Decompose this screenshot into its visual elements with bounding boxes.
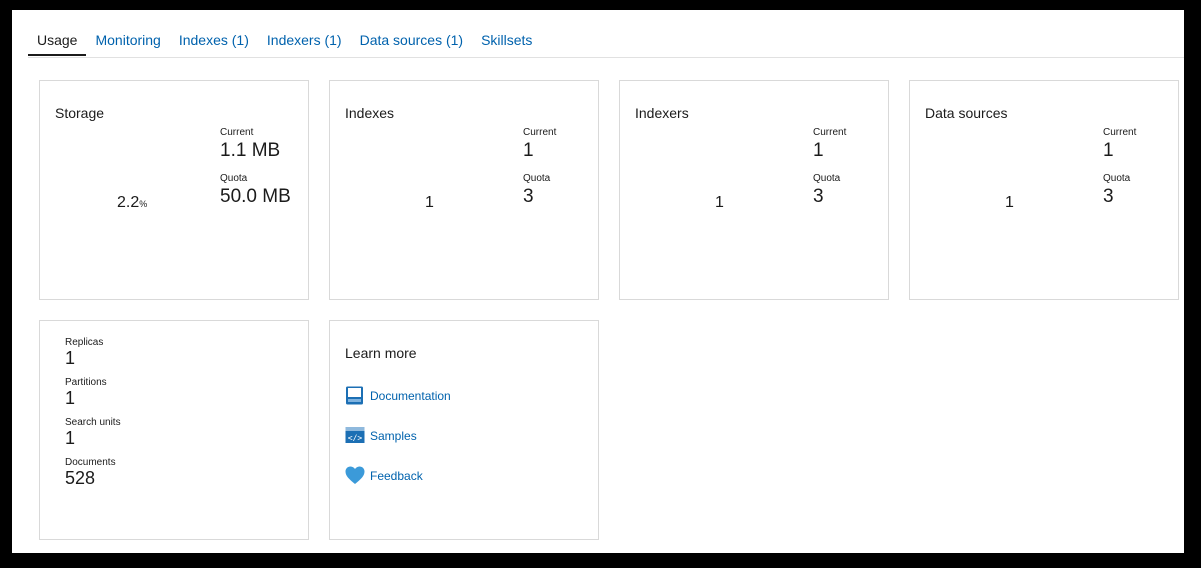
current-value: 1 [523,140,534,161]
current-value: 1 [1103,140,1114,161]
card-title: Learn more [345,345,417,361]
tab-divider [28,57,1184,58]
current-label: Current [813,127,847,138]
feedback-link[interactable]: Feedback [345,466,423,485]
indexers-card[interactable]: Indexers Current 1 Quota 3 1 [619,80,889,300]
replicas-label: Replicas [65,337,104,348]
tab-bar: Usage Monitoring Indexes (1) Indexers (1… [28,32,541,58]
documentation-link[interactable]: Documentation [345,386,451,405]
quota-label: Quota [1103,173,1131,184]
search-units-label: Search units [65,417,121,428]
code-icon: </> [345,426,365,445]
quota-value: 50.0 MB [220,186,291,207]
partitions-label: Partitions [65,377,107,388]
quota-value: 3 [1103,186,1114,207]
current-label: Current [1103,127,1137,138]
svg-text:</>: </> [348,434,363,443]
card-title: Storage [55,105,105,121]
current-value: 1.1 MB [220,140,281,161]
learn-more-card: Learn more Documentation </> Samples Fee… [329,320,599,540]
quota-value: 3 [813,186,824,207]
usage-panel: Usage Monitoring Indexes (1) Indexers (1… [12,10,1184,553]
card-title: Data sources [925,105,1008,121]
documents-label: Documents [65,457,116,468]
current-value: 1 [813,140,824,161]
center-value: 1 [715,194,724,211]
documents-value: 528 [65,468,96,488]
documentation-label: Documentation [370,388,451,403]
card-title: Indexes [345,105,395,121]
partitions-value: 1 [65,388,76,408]
tab-indexers[interactable]: Indexers (1) [258,32,351,55]
tab-indexes[interactable]: Indexes (1) [170,32,258,55]
current-label: Current [523,127,557,138]
data-sources-card[interactable]: Data sources Current 1 Quota 3 1 [909,80,1179,300]
percent-value: 2.2 [117,194,140,211]
tab-usage[interactable]: Usage [28,32,87,56]
quota-label: Quota [220,173,248,184]
quota-label: Quota [523,173,551,184]
heart-icon [345,466,365,485]
quota-label: Quota [813,173,841,184]
tab-monitoring[interactable]: Monitoring [86,32,169,55]
storage-percent: 2.2% [117,194,147,212]
book-icon [345,386,364,405]
tab-data-sources[interactable]: Data sources (1) [351,32,472,55]
card-title: Indexers [635,105,689,121]
storage-card[interactable]: Storage Current 1.1 MB Quota 50.0 MB 2.2… [39,80,309,300]
tab-skillsets[interactable]: Skillsets [472,32,541,55]
replicas-value: 1 [65,348,76,368]
samples-label: Samples [370,428,417,443]
samples-link[interactable]: </> Samples [345,426,417,445]
percent-unit: % [139,199,148,209]
stats-list: Replicas 1 Partitions 1 Search units 1 D… [65,337,121,497]
quota-value: 3 [523,186,534,207]
indexes-card[interactable]: Indexes Current 1 Quota 3 1 [329,80,599,300]
feedback-label: Feedback [370,468,423,483]
service-stats-card[interactable]: Replicas 1 Partitions 1 Search units 1 D… [39,320,309,540]
search-units-value: 1 [65,428,76,448]
current-label: Current [220,127,254,138]
center-value: 1 [1005,194,1014,211]
center-value: 1 [425,194,434,211]
